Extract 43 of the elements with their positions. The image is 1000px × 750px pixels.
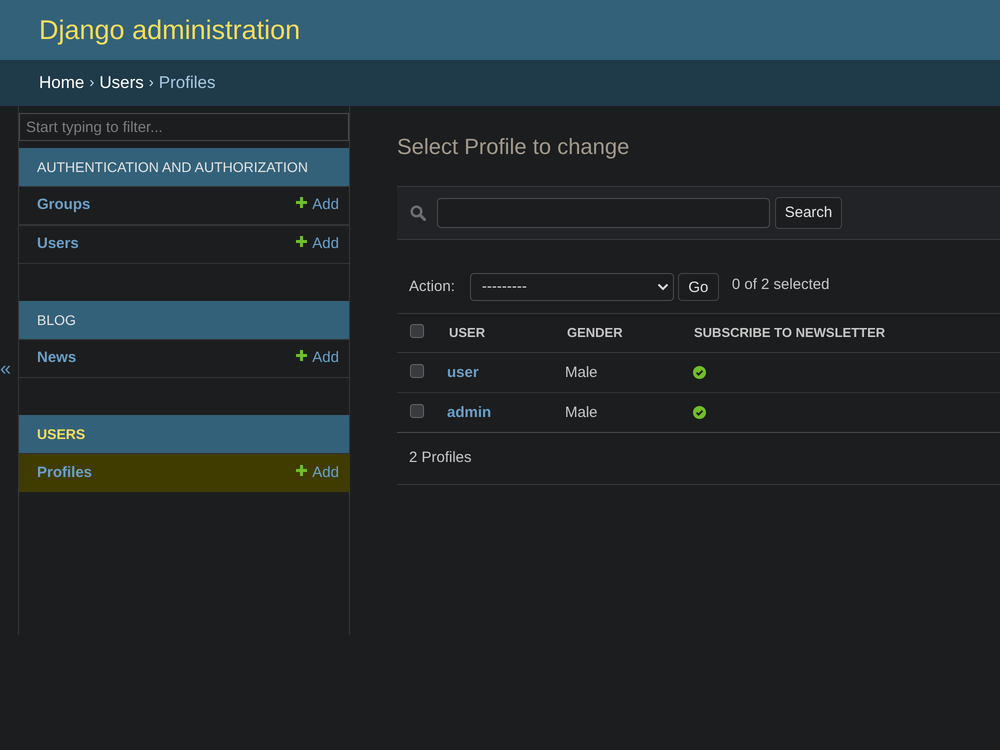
column-header[interactable]: USER <box>449 325 486 340</box>
filter-field[interactable]: Start typing to filter... <box>19 113 349 141</box>
add-link[interactable]: Add <box>312 347 339 370</box>
page-title: Select Profile to change <box>397 133 630 161</box>
model-link[interactable]: Profiles <box>37 462 92 484</box>
breadcrumb-separator: › <box>89 72 94 93</box>
model-link[interactable]: Users <box>37 233 79 256</box>
breadcrumb-link[interactable]: Home <box>39 70 84 96</box>
selection-counter: 0 of 2 selected <box>732 274 830 295</box>
add-link[interactable]: Add <box>312 194 339 217</box>
collapse-sidebar-button[interactable]: « <box>0 358 12 382</box>
model-link[interactable]: News <box>37 347 76 370</box>
plus-icon <box>296 464 308 476</box>
breadcrumb-separator: › <box>148 72 154 93</box>
plus-icon <box>296 350 308 361</box>
add-link[interactable]: Add <box>312 462 339 484</box>
column-header[interactable]: SUBSCRIBE TO NEWSLETTER <box>694 325 886 340</box>
row-checkbox[interactable] <box>410 404 424 418</box>
result-count: 2 Profiles <box>409 448 472 468</box>
table-cell: Male <box>565 404 598 420</box>
module-header[interactable]: USERS <box>19 415 349 453</box>
select-all-checkbox[interactable] <box>410 324 424 338</box>
breadcrumb-current: Profiles <box>158 72 216 94</box>
user-link[interactable]: admin <box>447 404 492 420</box>
action-select[interactable]: --------- <box>470 273 674 301</box>
plus-icon <box>296 236 308 247</box>
module-header[interactable]: AUTHENTICATION AND AUTHORIZATION <box>19 148 349 186</box>
plus-icon <box>296 197 308 208</box>
go-button[interactable]: Go <box>678 273 719 301</box>
action-label: Action: <box>409 276 455 297</box>
search-icon <box>410 205 426 221</box>
column-header[interactable]: GENDER <box>567 325 623 340</box>
search-button[interactable]: Search <box>775 197 842 229</box>
add-link[interactable]: Add <box>312 233 339 256</box>
search-field[interactable] <box>437 198 770 228</box>
chevron-down-icon <box>656 283 669 291</box>
row-checkbox[interactable] <box>410 364 424 378</box>
user-link[interactable]: user <box>447 364 479 380</box>
model-link[interactable]: Groups <box>37 194 90 217</box>
site-title[interactable]: Django administration <box>39 16 300 44</box>
breadcrumb-link[interactable]: Users <box>99 70 144 96</box>
module-header[interactable]: BLOG <box>19 301 349 339</box>
table-cell: Male <box>565 364 598 380</box>
